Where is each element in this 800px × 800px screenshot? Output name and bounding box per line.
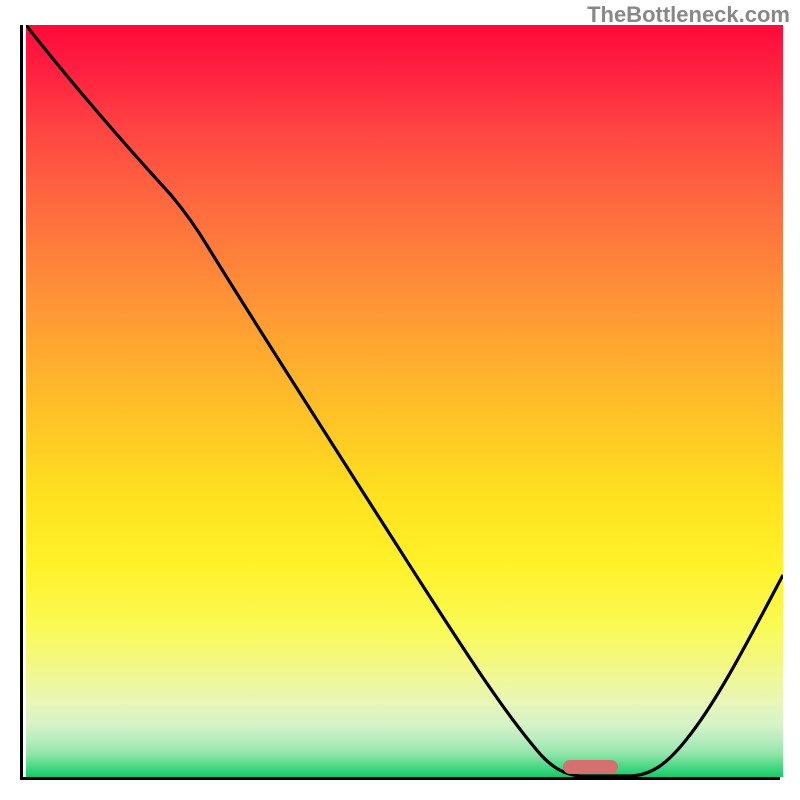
bottleneck-curve-path <box>26 25 783 776</box>
optimal-marker <box>563 760 618 774</box>
chart-plot-area <box>20 25 780 780</box>
watermark-text: TheBottleneck.com <box>587 2 790 28</box>
chart-curve-svg <box>26 25 783 777</box>
